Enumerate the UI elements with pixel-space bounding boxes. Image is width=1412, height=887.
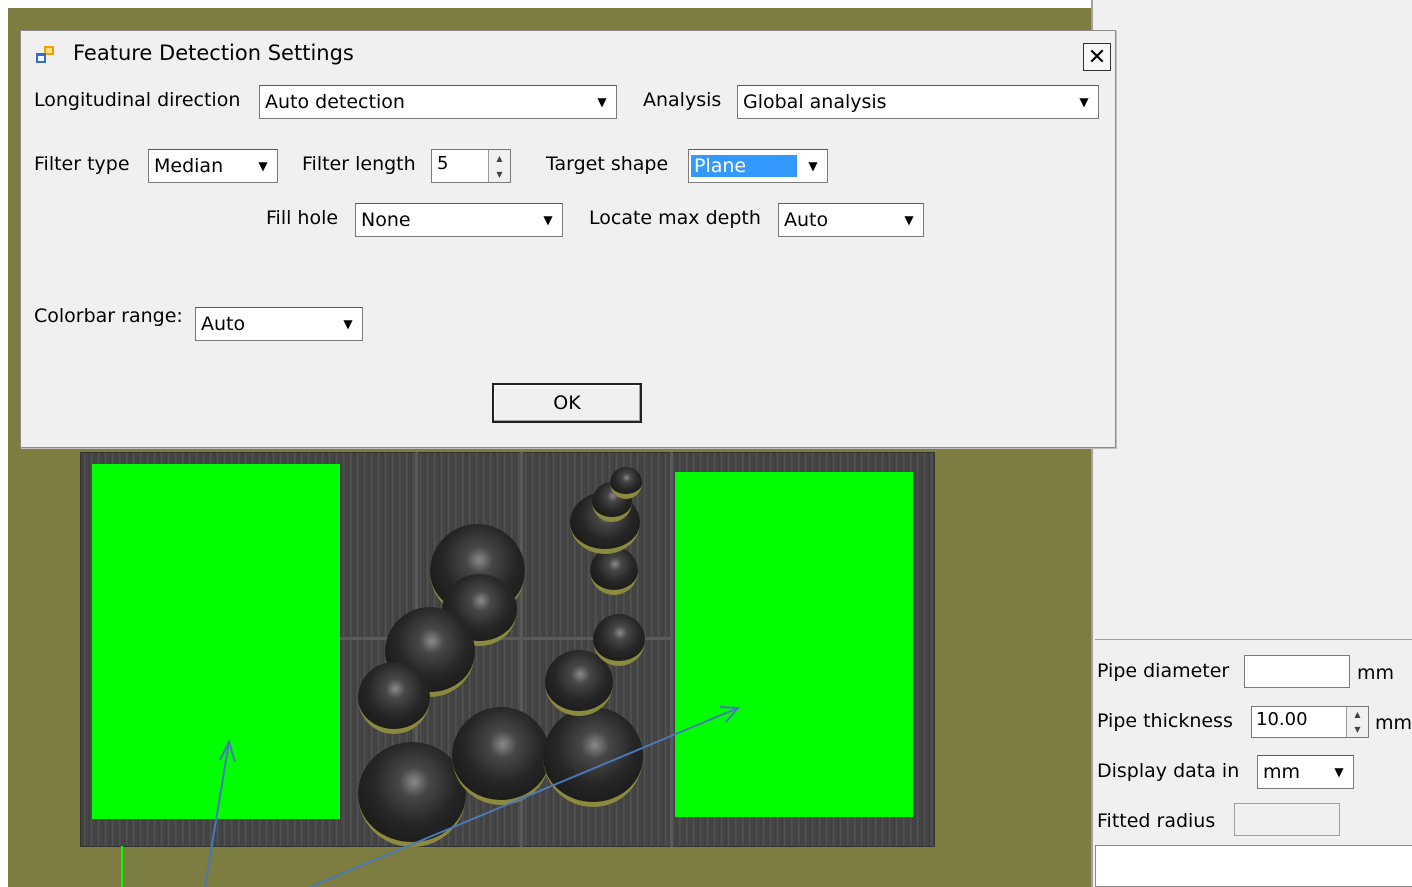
fitted-radius-field: [1234, 803, 1340, 836]
chevron-down-icon[interactable]: ▼: [895, 204, 923, 236]
locate-max-depth-select[interactable]: Auto ▼: [778, 203, 924, 237]
fill-hole-select[interactable]: None ▼: [355, 203, 563, 237]
dialog-titlebar[interactable]: Feature Detection Settings ✕: [21, 31, 1115, 75]
spinner[interactable]: ▲ ▼: [1346, 707, 1368, 737]
fill-hole-value: None: [361, 209, 411, 231]
pipe-diameter-label: Pipe diameter: [1097, 660, 1230, 682]
chevron-down-icon[interactable]: ▼: [588, 86, 616, 118]
dialog-title: Feature Detection Settings: [73, 41, 354, 65]
target-shape-value: Plane: [691, 155, 797, 177]
spin-down-icon[interactable]: ▼: [489, 166, 510, 182]
filter-length-value: 5: [437, 153, 449, 174]
feature-detection-dialog: Feature Detection Settings ✕ Longitudina…: [20, 30, 1116, 448]
fill-hole-label: Fill hole: [266, 207, 339, 229]
analysis-select[interactable]: Global analysis ▼: [737, 85, 1099, 119]
locate-max-depth-label: Locate max depth: [589, 207, 761, 229]
pipe-thickness-label: Pipe thickness: [1097, 710, 1233, 732]
colorbar-range-value: Auto: [201, 313, 246, 335]
analysis-label: Analysis: [643, 89, 722, 111]
spin-up-icon[interactable]: ▲: [1347, 707, 1368, 722]
colorbar-range-select[interactable]: Auto ▼: [195, 307, 363, 341]
longitudinal-direction-select[interactable]: Auto detection ▼: [259, 85, 617, 119]
chevron-down-icon[interactable]: ▼: [334, 308, 362, 340]
fitted-radius-label: Fitted radius: [1097, 810, 1216, 832]
pipe-diameter-input[interactable]: [1244, 655, 1350, 688]
display-data-select[interactable]: mm ▼: [1257, 755, 1354, 789]
display-data-value: mm: [1263, 761, 1301, 783]
locate-max-depth-value: Auto: [784, 209, 829, 231]
filter-length-label: Filter length: [302, 153, 416, 175]
longitudinal-direction-label: Longitudinal direction: [34, 89, 241, 111]
target-shape-label: Target shape: [546, 153, 669, 175]
pipe-diameter-unit: mm: [1357, 662, 1395, 684]
arrow-right: [309, 706, 741, 887]
chevron-down-icon[interactable]: ▼: [1325, 756, 1353, 788]
pipe-thickness-stepper[interactable]: 10.00 ▲ ▼: [1251, 706, 1369, 738]
longitudinal-direction-value: Auto detection: [265, 91, 405, 113]
filter-type-select[interactable]: Median ▼: [148, 149, 278, 183]
chevron-down-icon[interactable]: ▼: [1070, 86, 1098, 118]
filter-type-value: Median: [154, 155, 224, 177]
app-window-icon: [36, 46, 54, 63]
analysis-value: Global analysis: [743, 91, 887, 113]
close-icon: ✕: [1087, 44, 1107, 70]
output-box: [1095, 845, 1412, 887]
chevron-down-icon[interactable]: ▼: [534, 204, 562, 236]
pipe-thickness-unit: mm: [1375, 712, 1412, 734]
display-data-label: Display data in: [1097, 760, 1240, 782]
chevron-down-icon[interactable]: ▼: [249, 150, 277, 182]
ok-button[interactable]: OK: [492, 383, 642, 423]
target-shape-select[interactable]: Plane ▼: [688, 149, 828, 183]
filter-length-stepper[interactable]: 5 ▲ ▼: [431, 149, 511, 183]
colorbar-range-label: Colorbar range:: [34, 305, 183, 327]
filter-type-label: Filter type: [34, 153, 130, 175]
chevron-down-icon[interactable]: ▼: [799, 150, 827, 182]
spinner[interactable]: ▲ ▼: [488, 150, 510, 182]
properties-preview: [1095, 8, 1412, 640]
arrow-left: [204, 739, 236, 887]
close-button[interactable]: ✕: [1083, 43, 1111, 71]
spin-up-icon[interactable]: ▲: [489, 150, 510, 166]
spin-down-icon[interactable]: ▼: [1347, 722, 1368, 737]
pipe-thickness-value: 10.00: [1256, 709, 1308, 730]
